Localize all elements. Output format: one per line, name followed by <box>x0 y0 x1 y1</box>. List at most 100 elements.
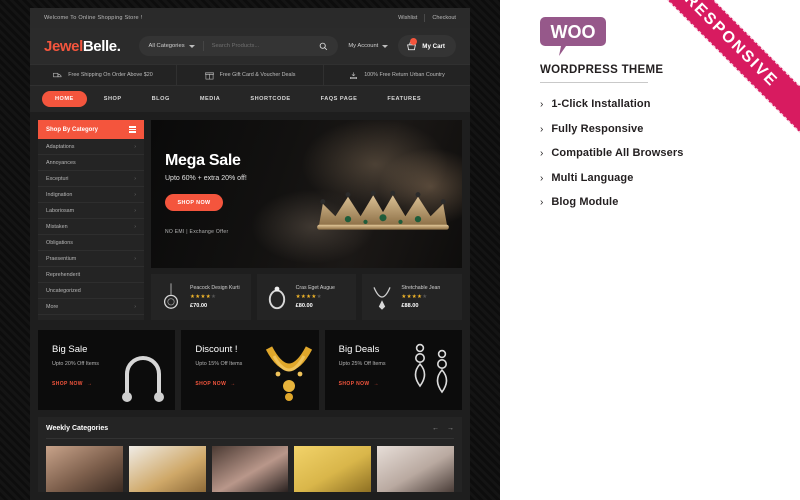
carousel-next-arrow[interactable]: → <box>447 425 454 432</box>
nav-item-features[interactable]: FEATURES <box>374 91 434 107</box>
sidebar-item-excepturi[interactable]: Excepturi › <box>38 171 144 187</box>
product-card[interactable]: Peacock Design Kurti ★★★★★ £70.00 <box>151 274 251 320</box>
sidebar-item-label: More <box>46 303 59 310</box>
feature-label: Blog Module <box>551 196 619 208</box>
promo-card-big-deals[interactable]: Big Deals Upto 25% Off Items SHOP NOW → <box>324 330 462 410</box>
sidebar-item-label: Uncategorized <box>46 287 81 294</box>
sidebar-item-label: Mistaken <box>46 223 68 230</box>
feature-label: Fully Responsive <box>551 122 644 135</box>
sidebar-item-reprehenderit[interactable]: Reprehenderit <box>38 267 144 283</box>
feature-list: › 1-Click Installation › Fully Responsiv… <box>540 98 683 221</box>
chevron-right-icon: › <box>134 143 136 150</box>
service-promo-bar: Free Shipping On Order Above $20 Free Gi… <box>30 64 470 86</box>
sidebar-item-obligations[interactable]: Obligations <box>38 235 144 251</box>
nav-item-media[interactable]: MEDIA <box>187 91 234 107</box>
search-bar[interactable]: All Categories Search Products... <box>138 36 339 56</box>
weekly-card-row <box>46 446 454 492</box>
chevron-right-icon: › <box>540 148 544 159</box>
weekly-card[interactable] <box>294 446 372 492</box>
weekly-categories-section: Weekly Categories ← → <box>38 417 462 492</box>
arrow-right-icon: → <box>373 381 379 387</box>
promo-text: Free Shipping On Order Above $20 <box>68 72 153 78</box>
my-account-dropdown[interactable]: My Account <box>348 43 389 49</box>
nav-item-faqs-page[interactable]: FAQS PAGE <box>308 91 371 107</box>
product-name: Peacock Design Kurti <box>190 285 240 291</box>
my-cart-button[interactable]: My Cart <box>398 35 456 57</box>
category-dropdown[interactable]: All Categories <box>149 43 195 49</box>
site-header: JewelBelle. All Categories Search Produc… <box>30 28 470 64</box>
gold-necklace-art <box>265 346 312 401</box>
checkout-link[interactable]: Checkout <box>432 15 456 21</box>
feature-item-1-click-installation: › 1-Click Installation <box>540 98 683 110</box>
sidebar-item-label: Obligations <box>46 239 73 246</box>
search-icon[interactable] <box>319 42 328 51</box>
product-rating: ★★★★★ <box>401 294 428 300</box>
responsive-ribbon-label: RESPONSIVE <box>681 0 782 91</box>
pendant-icon <box>163 283 179 309</box>
product-name: Cras Eget Augue <box>295 285 335 291</box>
product-card[interactable]: Stretchable Jean ★★★★★ £88.00 <box>362 274 463 320</box>
weekly-title: Weekly Categories <box>46 425 109 432</box>
product-card[interactable]: Cras Eget Augue ★★★★★ £80.00 <box>256 274 357 320</box>
feature-label: Multi Language <box>551 171 634 184</box>
chevron-right-icon: › <box>540 197 544 208</box>
logo-text-primary: Jewel <box>44 37 83 55</box>
promo-text: 100% Free Return Urban Country <box>364 72 445 78</box>
hero-shop-now-button[interactable]: SHOP NOW <box>165 194 223 211</box>
sidebar-item-adaptations[interactable]: Adaptations › <box>38 139 144 155</box>
promo-card-big-sale[interactable]: Big Sale Upto 20% Off Items SHOP NOW → <box>38 330 176 410</box>
chevron-down-icon <box>188 44 195 48</box>
weekly-card[interactable] <box>377 446 454 492</box>
sidebar-item-mistaken[interactable]: Mistaken › <box>38 219 144 235</box>
weekly-card[interactable] <box>46 446 123 492</box>
main-column: Mega Sale Upto 60% + extra 20% off! SHOP… <box>151 120 463 320</box>
chevron-down-icon <box>382 44 389 48</box>
site-logo[interactable]: JewelBelle. <box>44 38 121 55</box>
woocommerce-logo: WOO <box>540 17 606 56</box>
wishlist-link[interactable]: Wishlist <box>398 15 417 21</box>
sidebar-header[interactable]: Shop By Category <box>38 120 144 139</box>
product-price: £70.00 <box>190 303 208 309</box>
carousel-prev-arrow[interactable]: ← <box>432 425 439 432</box>
crown-image <box>316 190 449 230</box>
promo-card-cta-label: SHOP NOW <box>195 381 227 387</box>
feature-item-blog-module: › Blog Module <box>540 196 683 208</box>
sidebar-item-more[interactable]: More › <box>38 299 144 315</box>
promo-cards-row: Big Sale Upto 20% Off Items SHOP NOW → Di… <box>30 330 470 410</box>
sidebar-item-indignation[interactable]: Indignation › <box>38 187 144 203</box>
chevron-right-icon: › <box>540 172 544 184</box>
arrow-right-icon: → <box>230 381 236 387</box>
promo-item-shipping: Free Shipping On Order Above $20 <box>30 65 176 85</box>
nav-item-home[interactable]: HOME <box>42 91 87 107</box>
sidebar-item-praesentium[interactable]: Praesentium › <box>38 251 144 267</box>
category-sidebar: Shop By Category Adaptations › Annoyances… <box>38 120 144 320</box>
weekly-card[interactable] <box>128 446 206 492</box>
product-price: £88.00 <box>401 303 419 309</box>
promo-card-discount[interactable]: Discount ! Upto 15% Off Items SHOP NOW → <box>181 330 319 410</box>
hero-banner[interactable]: Mega Sale Upto 60% + extra 20% off! SHOP… <box>151 120 462 268</box>
nav-item-blog[interactable]: BLOG <box>139 91 183 107</box>
my-account-label: My Account <box>348 43 379 49</box>
promo-text: Free Gift Card & Voucher Deals <box>219 72 296 78</box>
theme-info-panel: WOO WORDPRESS THEME › 1-Click Installati… <box>500 0 800 500</box>
nav-item-shortcode[interactable]: SHORTCODE <box>237 91 303 107</box>
weekly-card[interactable] <box>211 446 289 492</box>
feature-item-multi-language: › Multi Language <box>540 172 683 184</box>
chevron-right-icon: › <box>134 303 136 310</box>
divider <box>202 41 204 51</box>
sidebar-item-label: Indignation <box>46 191 73 198</box>
promo-item-giftcard: Free Gift Card & Voucher Deals <box>176 65 323 85</box>
sidebar-item-annoyances[interactable]: Annoyances <box>38 155 144 171</box>
sidebar-item-laboriosam[interactable]: Laboriosam › <box>38 203 144 219</box>
my-cart-label: My Cart <box>422 42 445 50</box>
menu-icon[interactable] <box>129 126 136 133</box>
search-input[interactable]: Search Products... <box>212 43 312 49</box>
category-dropdown-label: All Categories <box>148 43 185 49</box>
weekly-header: Weekly Categories ← → <box>46 425 454 439</box>
bangle-art <box>122 356 165 402</box>
promo-item-return: 100% Free Return Urban Country <box>323 65 470 85</box>
sidebar-item-uncategorized[interactable]: Uncategorized <box>38 283 144 299</box>
main-navigation: HOME SHOP BLOG MEDIA SHORTCODE FAQS PAGE… <box>30 86 470 112</box>
nav-item-shop[interactable]: SHOP <box>91 91 135 107</box>
promo-card-cta-label: SHOP NOW <box>52 381 83 387</box>
